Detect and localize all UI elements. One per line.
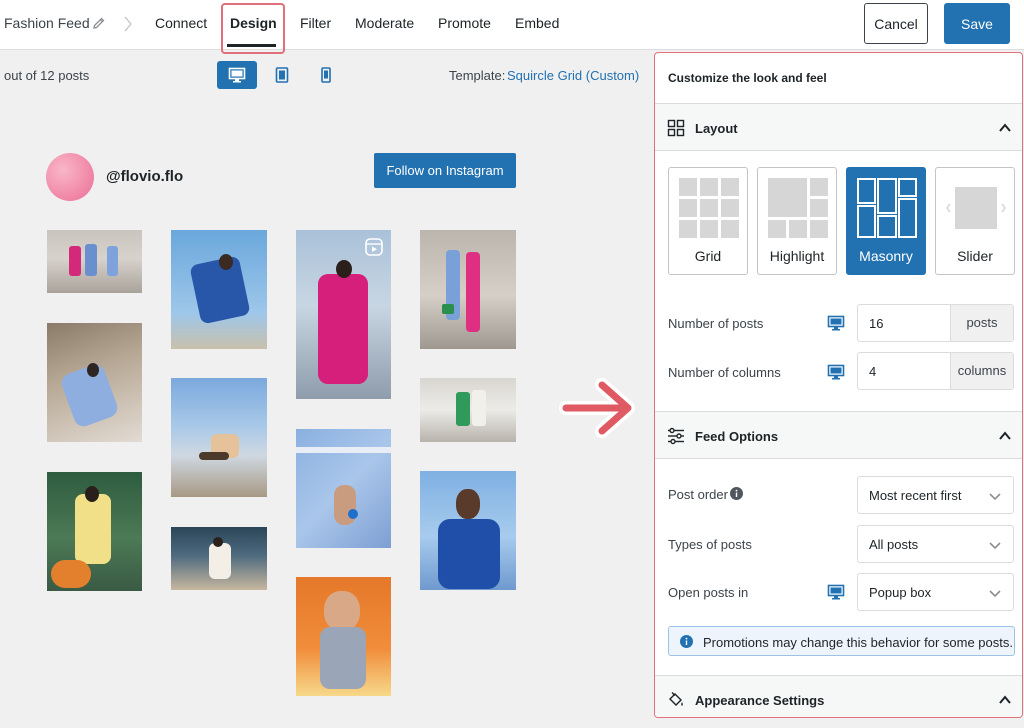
post-order-label: Post order — [668, 487, 728, 502]
desktop-icon — [827, 315, 845, 331]
feed-photo[interactable] — [171, 230, 267, 349]
device-desktop-button[interactable] — [217, 61, 257, 89]
appearance-section-title: Appearance Settings — [695, 693, 825, 708]
open-posts-in-label: Open posts in — [668, 585, 749, 600]
device-tablet-button[interactable] — [262, 61, 302, 89]
customize-sidebar: Customize the look and feel Layout Grid … — [654, 52, 1023, 718]
sidebar-title: Customize the look and feel — [668, 71, 827, 85]
types-of-posts-label: Types of posts — [668, 537, 752, 552]
sliders-icon — [668, 427, 684, 445]
layout-section-title: Layout — [695, 121, 738, 136]
post-order-value: Most recent first — [869, 488, 962, 503]
post-order-select[interactable]: Most recent first — [857, 476, 1014, 514]
chevron-up-icon[interactable] — [998, 429, 1012, 443]
layout-option-highlight[interactable]: Highlight — [757, 167, 837, 275]
chevron-up-icon[interactable] — [998, 693, 1012, 707]
feed-photo[interactable] — [420, 230, 516, 349]
tab-promote[interactable]: Promote — [438, 15, 491, 31]
chevron-up-icon[interactable] — [998, 121, 1012, 135]
paint-bucket-icon — [669, 692, 683, 706]
chevron-down-icon — [989, 590, 1001, 598]
chevron-down-icon — [989, 542, 1001, 550]
grid-layout-icon — [679, 178, 739, 238]
feed-photo[interactable] — [171, 527, 267, 590]
reel-icon — [365, 238, 383, 256]
layout-option-label: Grid — [694, 248, 722, 264]
feed-photo[interactable] — [47, 472, 142, 591]
slider-layout-icon — [946, 187, 1006, 229]
avatar — [46, 153, 94, 201]
feed-photo[interactable] — [47, 230, 142, 293]
promotions-notice: Promotions may change this behavior for … — [668, 626, 1015, 656]
device-mobile-button[interactable] — [306, 61, 346, 89]
feed-photo[interactable] — [296, 577, 391, 696]
feed-photo[interactable] — [171, 378, 267, 497]
arrow-right-icon — [559, 378, 635, 438]
layout-option-slider[interactable]: Slider — [935, 167, 1015, 275]
number-of-columns-field[interactable]: columns — [857, 352, 1014, 390]
number-of-posts-field[interactable]: posts — [857, 304, 1014, 342]
template-link[interactable]: Squircle Grid (Custom) — [507, 68, 639, 83]
open-posts-in-value: Popup box — [869, 585, 932, 600]
layout-option-grid[interactable]: Grid — [668, 167, 748, 275]
masonry-layout-icon — [857, 178, 917, 238]
top-bar: Fashion Feed Connect Design Filter Moder… — [0, 0, 1024, 50]
cancel-button[interactable]: Cancel — [864, 3, 928, 44]
info-icon[interactable] — [730, 487, 743, 500]
tablet-icon — [275, 67, 289, 83]
layout-option-masonry[interactable]: Masonry — [846, 167, 926, 275]
notice-text: Promotions may change this behavior for … — [703, 635, 1013, 650]
design-tab-highlight — [221, 3, 285, 54]
layout-grid-icon — [667, 119, 685, 137]
types-of-posts-select[interactable]: All posts — [857, 525, 1014, 563]
number-of-posts-input[interactable] — [858, 305, 952, 341]
desktop-icon — [228, 67, 246, 83]
feed-options-section-title: Feed Options — [695, 429, 779, 444]
feed-photo[interactable] — [420, 378, 516, 442]
feed-photo[interactable] — [47, 323, 142, 442]
template-label: Template: — [449, 68, 506, 83]
number-of-columns-input[interactable] — [858, 353, 952, 389]
posts-unit: posts — [950, 305, 1013, 341]
columns-unit: columns — [950, 353, 1013, 389]
info-icon — [680, 635, 693, 648]
feed-name: Fashion Feed — [4, 15, 90, 31]
mobile-icon — [321, 67, 331, 83]
follow-on-instagram-button[interactable]: Follow on Instagram — [374, 153, 516, 188]
layout-option-label: Masonry — [859, 248, 913, 264]
layout-section-header[interactable]: Layout — [655, 103, 1022, 151]
breadcrumb-chevron-icon — [124, 16, 132, 32]
tab-embed[interactable]: Embed — [515, 15, 559, 31]
appearance-section-header[interactable]: Appearance Settings — [655, 675, 1022, 717]
feed-photo[interactable] — [296, 230, 391, 399]
feed-photo[interactable] — [420, 471, 516, 590]
number-of-posts-label: Number of posts — [668, 316, 764, 331]
tab-moderate[interactable]: Moderate — [355, 15, 414, 31]
layout-option-label: Highlight — [769, 248, 825, 264]
number-of-columns-label: Number of columns — [668, 365, 781, 380]
post-count: out of 12 posts — [4, 68, 90, 83]
pencil-icon[interactable] — [91, 15, 107, 31]
chevron-down-icon — [989, 493, 1001, 501]
open-posts-in-select[interactable]: Popup box — [857, 573, 1014, 611]
feed-options-section-header[interactable]: Feed Options — [655, 411, 1022, 459]
tab-filter[interactable]: Filter — [300, 15, 331, 31]
instagram-handle: @flovio.flo — [106, 168, 184, 185]
types-of-posts-value: All posts — [869, 537, 919, 552]
highlight-layout-icon — [768, 178, 828, 238]
layout-option-label: Slider — [957, 248, 993, 264]
feed-photo[interactable] — [296, 429, 391, 548]
save-button[interactable]: Save — [944, 3, 1010, 44]
desktop-icon — [827, 364, 845, 380]
desktop-icon — [827, 584, 845, 600]
tab-connect[interactable]: Connect — [155, 15, 207, 31]
